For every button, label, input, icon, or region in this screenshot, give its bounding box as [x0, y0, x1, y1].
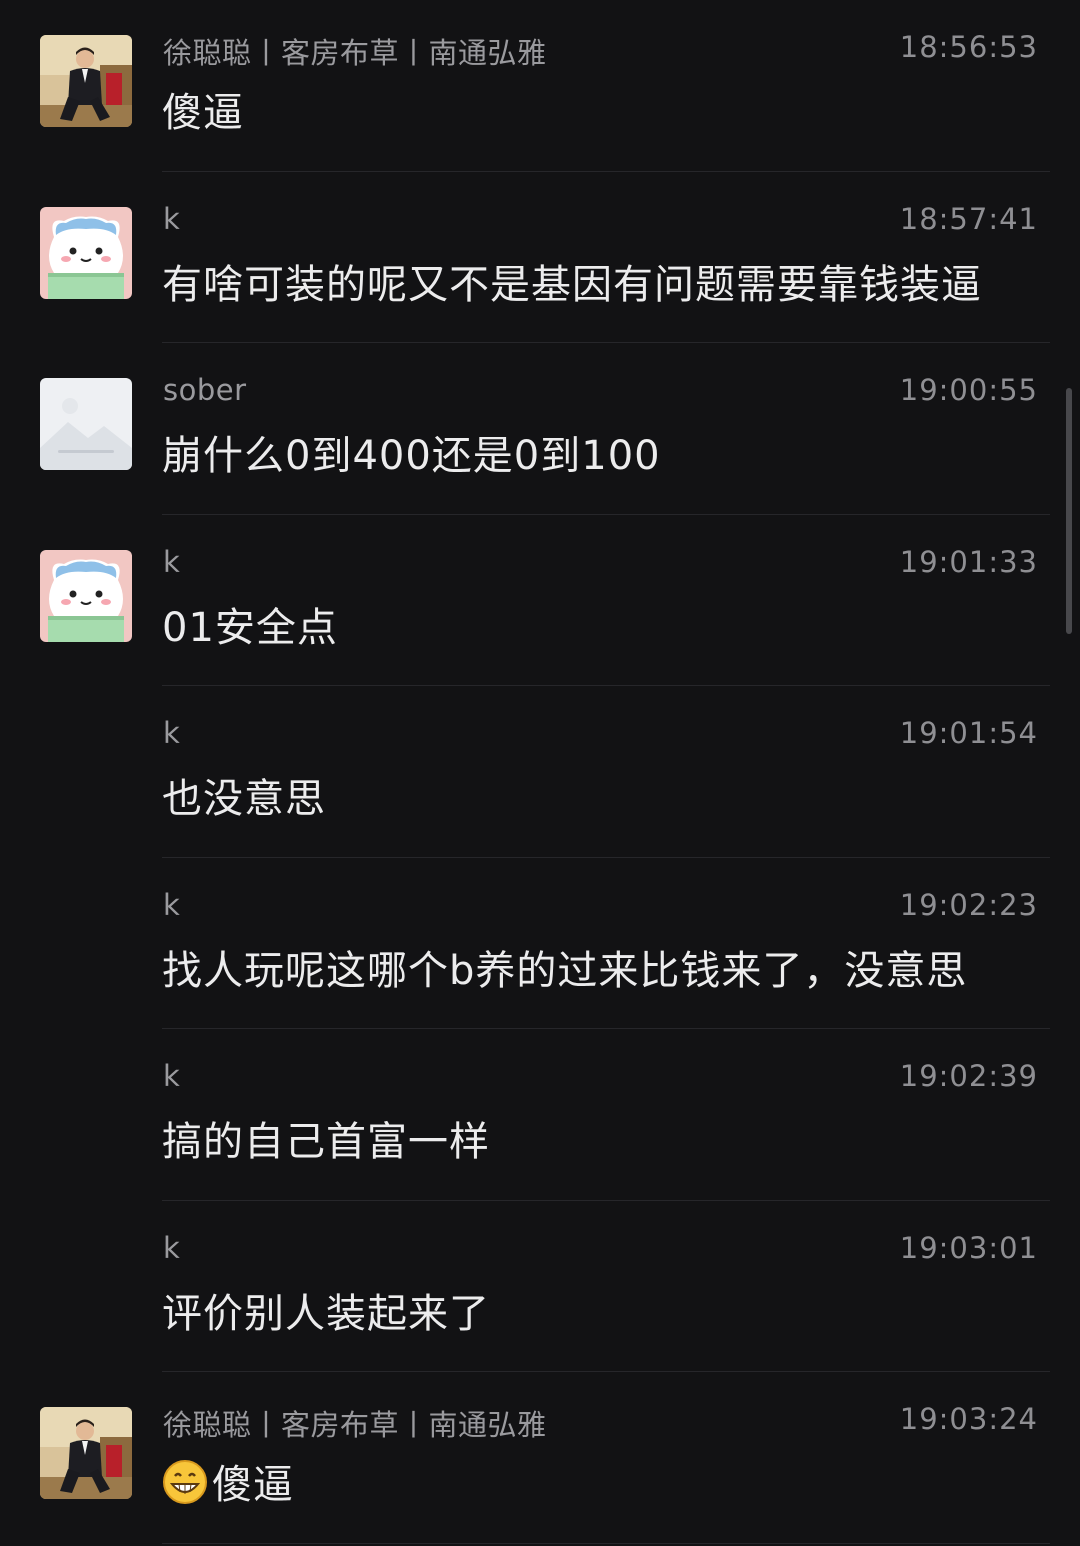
message-item[interactable]: k 19:03:01 评价别人装起来了 — [0, 1201, 1080, 1372]
sender-name[interactable]: k — [163, 545, 180, 579]
message-timestamp: 19:01:33 — [899, 544, 1038, 579]
message-text: 有啥可装的呢又不是基因有问题需要靠钱装逼 — [162, 261, 982, 308]
cartoon-cat-avatar[interactable] — [40, 207, 132, 299]
message-item[interactable]: sober 19:00:55 崩什么0到400还是0到100 — [0, 343, 1080, 515]
message-text: 傻逼 — [212, 1462, 294, 1508]
message-item[interactable]: k 19:01:33 01安全点 — [0, 515, 1080, 686]
message-timestamp: 19:00:55 — [899, 373, 1038, 407]
sender-name[interactable]: sober — [163, 373, 247, 407]
scrollbar-thumb[interactable] — [1066, 388, 1072, 634]
divider — [162, 1542, 1050, 1544]
message-timestamp: 19:01:54 — [899, 716, 1038, 750]
message-text: 搞的自己首富一样 — [162, 1119, 490, 1165]
message-timestamp: 18:56:53 — [899, 30, 1038, 64]
message-item[interactable]: k 19:01:54 也没意思 — [0, 686, 1080, 858]
sender-name[interactable]: k — [163, 716, 180, 750]
faded-image-avatar[interactable] — [40, 378, 132, 470]
message-item[interactable]: k 18:57:41 有啥可装的呢又不是基因有问题需要靠钱装逼 — [0, 172, 1080, 343]
man-in-suit-avatar[interactable] — [40, 35, 132, 127]
chat-message-list[interactable]: 徐聪聪丨客房布草丨南通弘雅 18:56:53 傻逼 k 18:57:41 有啥可… — [0, 0, 1080, 1546]
sender-name[interactable]: k — [163, 1231, 180, 1265]
sender-name[interactable]: k — [163, 1059, 180, 1093]
message-text: 找人玩呢这哪个b养的过来比钱来了，没意思 — [162, 947, 968, 994]
message-timestamp: 19:02:23 — [899, 887, 1038, 922]
message-text: 崩什么0到400还是0到100 — [162, 433, 661, 479]
message-text: 评价别人装起来了 — [162, 1290, 490, 1337]
message-item[interactable]: k 19:02:39 搞的自己首富一样 — [0, 1029, 1080, 1201]
message-timestamp: 18:57:41 — [899, 201, 1038, 236]
message-timestamp: 19:02:39 — [899, 1059, 1038, 1093]
message-timestamp: 19:03:24 — [899, 1402, 1038, 1436]
sender-name[interactable]: k — [163, 888, 180, 922]
message-item[interactable]: 徐聪聪丨客房布草丨南通弘雅 19:03:24 傻逼 — [0, 1372, 1080, 1544]
message-item[interactable]: 徐聪聪丨客房布草丨南通弘雅 18:56:53 傻逼 — [0, 0, 1080, 172]
man-in-suit-avatar[interactable] — [40, 1407, 132, 1499]
message-item[interactable]: k 19:02:23 找人玩呢这哪个b养的过来比钱来了，没意思 — [0, 858, 1080, 1029]
cartoon-cat-avatar[interactable] — [40, 550, 132, 642]
message-timestamp: 19:03:01 — [899, 1230, 1038, 1265]
message-text: 也没意思 — [162, 776, 326, 822]
sender-name[interactable]: k — [163, 202, 180, 236]
message-text: 傻逼 — [162, 90, 244, 136]
sender-name[interactable]: 徐聪聪丨客房布草丨南通弘雅 — [163, 30, 547, 72]
grinning-emoji-icon — [162, 1459, 208, 1505]
message-text: 01安全点 — [162, 604, 338, 651]
sender-name[interactable]: 徐聪聪丨客房布草丨南通弘雅 — [163, 1402, 547, 1444]
message-content: 傻逼 — [162, 1452, 294, 1510]
